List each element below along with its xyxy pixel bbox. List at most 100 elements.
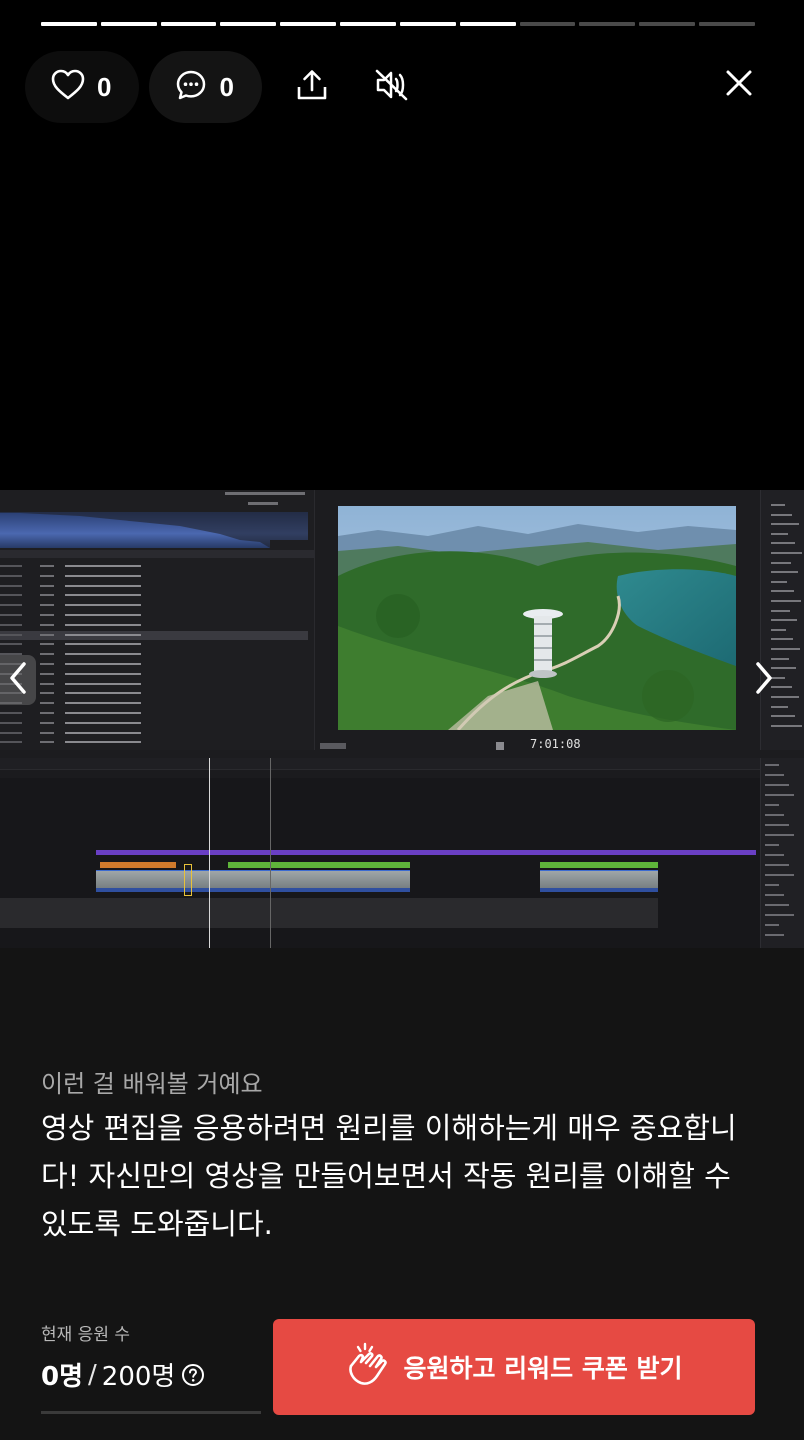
inspector-line xyxy=(771,619,797,622)
inspector-line xyxy=(771,648,800,650)
progress-segment xyxy=(340,22,396,26)
browser-list-row xyxy=(0,621,308,630)
effects-line xyxy=(765,934,784,936)
effects-line xyxy=(765,784,789,786)
close-icon xyxy=(725,69,753,101)
support-count-label: 현재 응원 수 xyxy=(41,1325,131,1345)
effects-browser xyxy=(760,758,804,948)
progress-segment xyxy=(160,22,217,26)
video-player[interactable]: 7:01:08 xyxy=(0,490,804,948)
next-button[interactable] xyxy=(744,660,784,700)
inspector-line xyxy=(771,523,799,526)
action-bar: 0 0 xyxy=(25,50,432,124)
browser-list-row xyxy=(0,650,308,659)
effects-line xyxy=(765,844,779,846)
effects-line xyxy=(765,924,779,926)
playhead xyxy=(209,758,210,948)
browser-list-row xyxy=(0,630,308,640)
browser-list-row xyxy=(0,680,308,689)
chevron-right-icon xyxy=(754,661,774,699)
browser-list-row xyxy=(0,738,308,747)
effects-line xyxy=(765,824,789,826)
share-icon xyxy=(295,68,329,106)
browser-list-row xyxy=(0,572,308,581)
browser-list-row xyxy=(0,591,308,600)
timeline-video-clip xyxy=(540,870,658,892)
browser-list-row xyxy=(0,611,308,620)
timeline-effect-clip xyxy=(540,862,658,868)
editing-timeline xyxy=(0,758,760,948)
mute-icon xyxy=(374,68,410,106)
inspector-line xyxy=(771,542,795,545)
previous-button[interactable] xyxy=(0,655,36,705)
inspector-line xyxy=(771,600,801,602)
viewer-controls: 7:01:08 xyxy=(320,737,760,752)
effects-line xyxy=(765,894,784,896)
effects-line xyxy=(765,774,784,776)
effects-line xyxy=(765,874,794,876)
support-progress-bar xyxy=(41,1411,261,1414)
browser-list-row xyxy=(0,601,308,610)
learn-label: 이런 걸 배워볼 거예요 xyxy=(41,1070,263,1098)
cheer-reward-button[interactable]: 응원하고 리워드 쿠폰 받기 xyxy=(273,1319,755,1415)
comment-button[interactable]: 0 xyxy=(149,51,262,123)
inspector-line xyxy=(771,532,788,535)
story-progress xyxy=(41,22,755,26)
media-browser-panel xyxy=(0,490,315,750)
mute-button[interactable] xyxy=(365,60,419,114)
share-button[interactable] xyxy=(285,60,339,114)
effects-line xyxy=(765,764,779,766)
progress-segment xyxy=(459,22,516,26)
timeline-title-clip xyxy=(96,850,756,855)
progress-segment xyxy=(100,22,157,26)
inspector-line xyxy=(771,504,785,506)
inspector-line xyxy=(771,552,802,554)
close-button[interactable] xyxy=(712,58,766,112)
timecode: 7:01:08 xyxy=(530,737,581,751)
heart-icon xyxy=(51,69,85,105)
browser-list-row xyxy=(0,709,308,718)
browser-list-row xyxy=(0,640,308,649)
support-separator: / xyxy=(88,1359,97,1390)
effects-line xyxy=(765,794,794,796)
chevron-left-icon xyxy=(8,661,28,699)
progress-segment xyxy=(519,22,576,26)
comment-count: 0 xyxy=(219,71,234,102)
inspector-line xyxy=(771,561,791,564)
timeline-video-clip xyxy=(96,870,410,892)
support-count: 0명 / 200명 xyxy=(41,1356,205,1393)
timeline-ruler xyxy=(0,758,760,770)
comment-icon xyxy=(175,69,207,105)
inspector-line xyxy=(771,628,786,631)
waveform-shape xyxy=(0,512,308,548)
progress-segment xyxy=(579,22,636,26)
effects-line xyxy=(765,864,789,866)
cheer-hands-icon xyxy=(345,1342,391,1392)
browser-list-row xyxy=(0,582,308,591)
effects-line xyxy=(765,884,779,886)
timeline-audio-clip xyxy=(100,862,176,868)
effects-line xyxy=(765,804,779,806)
effects-line xyxy=(765,854,784,856)
progress-segment xyxy=(220,22,277,26)
browser-list-row xyxy=(0,719,308,728)
inspector-line xyxy=(771,724,802,727)
learn-description: 영상 편집을 응용하려면 원리를 이해하는게 매우 중요합니다! 자신만의 영상… xyxy=(41,1111,737,1241)
like-button[interactable]: 0 xyxy=(25,51,140,123)
browser-list-row xyxy=(0,729,308,738)
effects-line xyxy=(765,814,784,816)
inspector-line xyxy=(771,705,788,708)
like-count: 0 xyxy=(97,71,112,102)
browser-list-row xyxy=(0,689,308,698)
browser-list-row xyxy=(0,562,308,571)
cheer-reward-label: 응원하고 리워드 쿠폰 받기 xyxy=(403,1354,683,1383)
inspector-line xyxy=(771,638,793,641)
progress-segment xyxy=(41,22,97,26)
help-icon[interactable] xyxy=(181,1363,205,1387)
effects-line xyxy=(765,914,794,916)
clip-selection xyxy=(184,864,192,896)
inspector-line xyxy=(771,580,787,583)
skimmer xyxy=(270,758,271,948)
progress-segment xyxy=(399,22,456,26)
browser-list-row xyxy=(0,670,308,679)
